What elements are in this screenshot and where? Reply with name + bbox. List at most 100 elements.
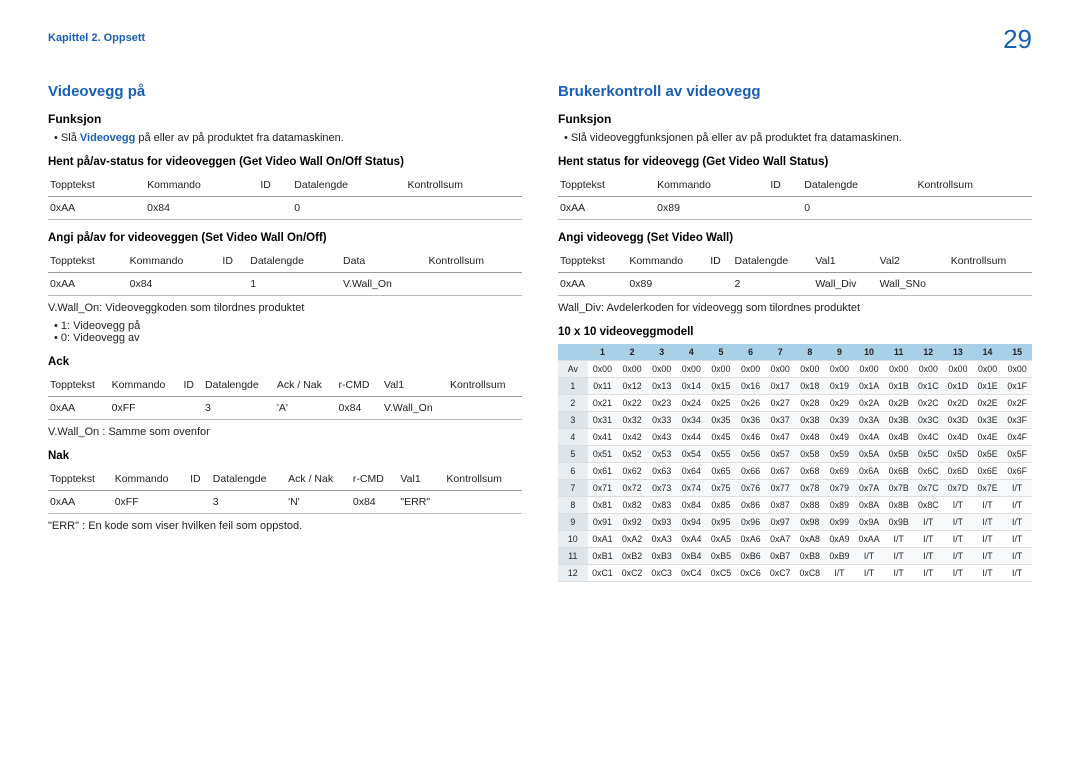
- matrix-cell: 0x57: [765, 446, 795, 463]
- matrix-cell: 0x83: [647, 497, 677, 514]
- cell: 3: [203, 397, 275, 420]
- col: Topptekst: [48, 174, 145, 197]
- col: ID: [182, 374, 204, 397]
- matrix-cell: 0x61: [588, 463, 618, 480]
- matrix-cell: 0xA8: [795, 531, 825, 548]
- matrix-cell: 0x35: [706, 412, 736, 429]
- matrix-cell: 0xC1: [588, 565, 618, 582]
- matrix-cell: I/T: [973, 497, 1003, 514]
- matrix-cell: 0x00: [647, 361, 677, 378]
- col: Datalengde: [732, 250, 813, 273]
- matrix-cell: 0x41: [588, 429, 618, 446]
- cell: [448, 397, 522, 420]
- matrix-cell: 0x54: [677, 446, 707, 463]
- matrix-table: 123456789101112131415Av0x000x000x000x000…: [558, 344, 1032, 582]
- matrix-cell: 0x6F: [1002, 463, 1032, 480]
- matrix-cell: 0x2F: [1002, 395, 1032, 412]
- page-number: 29: [1003, 24, 1032, 55]
- matrix-cell: I/T: [854, 565, 884, 582]
- matrix-cell: 0x4D: [943, 429, 973, 446]
- matrix-cell: 0x36: [736, 412, 766, 429]
- matrix-col-header: 1: [588, 344, 618, 361]
- cell: [258, 197, 292, 220]
- col: Kontrollsum: [916, 174, 1032, 197]
- matrix-cell: 0xA9: [825, 531, 855, 548]
- matrix-cell: 0x85: [706, 497, 736, 514]
- matrix-cell: 0x5B: [884, 446, 914, 463]
- matrix-cell: 0x18: [795, 378, 825, 395]
- cell: [916, 197, 1032, 220]
- matrix-cell: 0x96: [736, 514, 766, 531]
- col: Data: [341, 250, 426, 273]
- col: Kontrollsum: [444, 468, 522, 491]
- matrix-cell: 0x89: [825, 497, 855, 514]
- matrix-cell: 0x25: [706, 395, 736, 412]
- matrix-cell: 0x91: [588, 514, 618, 531]
- matrix-cell: 0x31: [588, 412, 618, 429]
- chapter-label: Kapittel 2. Oppsett: [48, 32, 145, 44]
- matrix-col-header: 10: [854, 344, 884, 361]
- cell: 3: [211, 491, 286, 514]
- cell: 0x89: [627, 273, 708, 296]
- matrix-cell: 0xA7: [765, 531, 795, 548]
- matrix-cell: 0xAA: [854, 531, 884, 548]
- matrix-cell: 0x3D: [943, 412, 973, 429]
- matrix-row-header: 11: [558, 548, 588, 565]
- cell: 0x89: [655, 197, 768, 220]
- matrix-cell: 0x12: [617, 378, 647, 395]
- matrix-cell: 0x9B: [884, 514, 914, 531]
- matrix-row: 80x810x820x830x840x850x860x870x880x890x8…: [558, 497, 1032, 514]
- matrix-cell: I/T: [914, 514, 944, 531]
- matrix-cell: 0x00: [617, 361, 647, 378]
- matrix-row: 60x610x620x630x640x650x660x670x680x690x6…: [558, 463, 1032, 480]
- matrix-cell: 0x3F: [1002, 412, 1032, 429]
- left-funksjon-heading: Funksjon: [48, 112, 522, 126]
- matrix-cell: 0x42: [617, 429, 647, 446]
- matrix-cell: I/T: [914, 565, 944, 582]
- matrix-row: 10x110x120x130x140x150x160x170x180x190x1…: [558, 378, 1032, 395]
- matrix-cell: 0x6A: [854, 463, 884, 480]
- left-ack-note: V.Wall_On : Samme som ovenfor: [48, 426, 522, 438]
- col: Val1: [382, 374, 448, 397]
- right-funksjon-heading: Funksjon: [558, 112, 1032, 126]
- matrix-cell: 0x76: [736, 480, 766, 497]
- matrix-cell: 0x94: [677, 514, 707, 531]
- matrix-cell: I/T: [825, 565, 855, 582]
- cell: Wall_SNo: [878, 273, 949, 296]
- cell: 'N': [286, 491, 351, 514]
- matrix-cell: 0x66: [736, 463, 766, 480]
- matrix-row-header: 1: [558, 378, 588, 395]
- matrix-cell: 0x28: [795, 395, 825, 412]
- col: Ack / Nak: [275, 374, 337, 397]
- matrix-cell: 0x3E: [973, 412, 1003, 429]
- matrix-cell: 0x7C: [914, 480, 944, 497]
- cell: 2: [732, 273, 813, 296]
- matrix-cell: 0x4A: [854, 429, 884, 446]
- col: ID: [188, 468, 211, 491]
- matrix-cell: 0x73: [647, 480, 677, 497]
- matrix-cell: 0x00: [943, 361, 973, 378]
- matrix-cell: 0x33: [647, 412, 677, 429]
- matrix-cell: I/T: [1002, 548, 1032, 565]
- matrix-cell: 0x78: [795, 480, 825, 497]
- matrix-cell: 0x74: [677, 480, 707, 497]
- matrix-cell: I/T: [943, 531, 973, 548]
- matrix-cell: 0x95: [706, 514, 736, 531]
- matrix-cell: 0x53: [647, 446, 677, 463]
- col: r-CMD: [351, 468, 399, 491]
- matrix-cell: 0x62: [617, 463, 647, 480]
- matrix-cell: 0x11: [588, 378, 618, 395]
- matrix-cell: 0x2C: [914, 395, 944, 412]
- col: ID: [708, 250, 732, 273]
- cell: [188, 491, 211, 514]
- matrix-col-header: 15: [1002, 344, 1032, 361]
- col: Datalengde: [802, 174, 915, 197]
- left-column: Videovegg på Funksjon Slå Videovegg på e…: [48, 83, 522, 582]
- matrix-cell: 0xB6: [736, 548, 766, 565]
- matrix-cell: 0x5C: [914, 446, 944, 463]
- cell: 0: [292, 197, 405, 220]
- matrix-cell: 0x49: [825, 429, 855, 446]
- matrix-cell: 0xB8: [795, 548, 825, 565]
- matrix-cell: 0xB5: [706, 548, 736, 565]
- matrix-cell: 0x2A: [854, 395, 884, 412]
